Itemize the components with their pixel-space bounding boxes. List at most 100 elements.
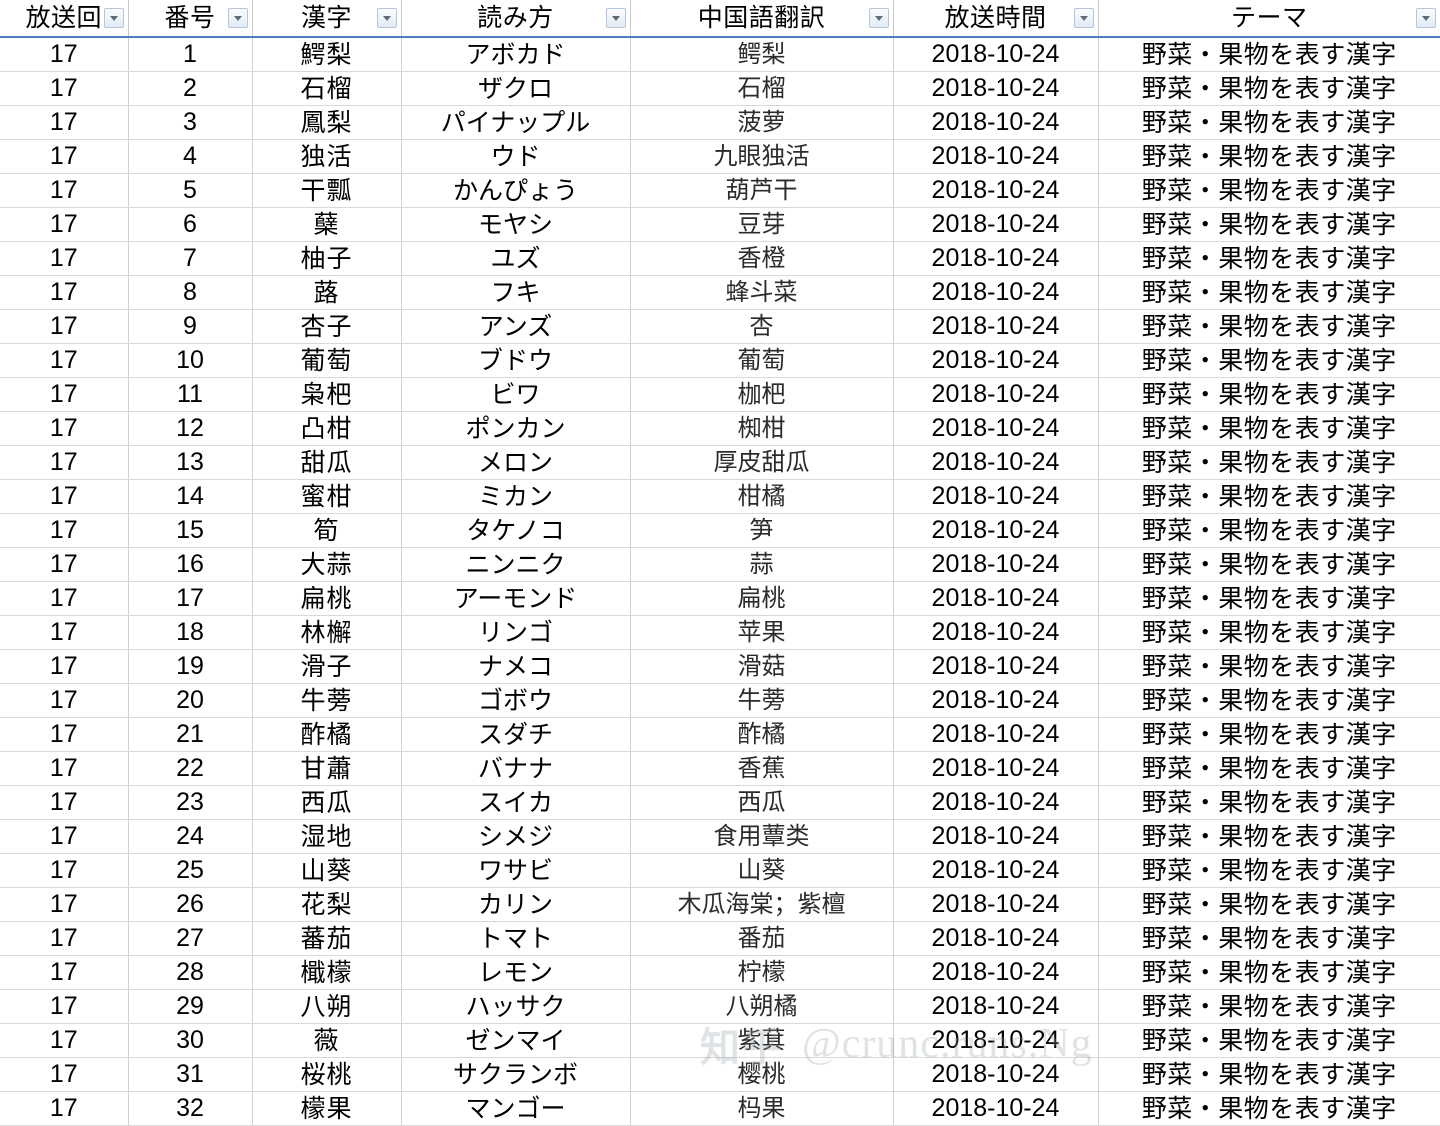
cell-reading[interactable]: シメジ xyxy=(401,819,631,854)
cell-airdate[interactable]: 2018-10-24 xyxy=(893,1023,1099,1058)
cell-reading[interactable]: リンゴ xyxy=(401,615,631,650)
cell-number[interactable]: 11 xyxy=(128,377,253,412)
cell-airdate[interactable]: 2018-10-24 xyxy=(893,581,1099,616)
cell-chinese[interactable]: 杏 xyxy=(630,309,894,344)
cell-kanji[interactable]: 筍 xyxy=(252,513,402,548)
cell-theme[interactable]: 野菜・果物を表す漢字 xyxy=(1098,751,1440,786)
cell-reading[interactable]: トマト xyxy=(401,921,631,956)
table-row[interactable]: 17 23 西瓜 スイカ 西瓜 2018-10-24 野菜・果物を表す漢字 xyxy=(0,785,1440,820)
cell-theme[interactable]: 野菜・果物を表す漢字 xyxy=(1098,989,1440,1024)
cell-broadcast[interactable]: 17 xyxy=(0,1023,129,1058)
cell-broadcast[interactable]: 17 xyxy=(0,717,129,752)
cell-broadcast[interactable]: 17 xyxy=(0,785,129,820)
cell-airdate[interactable]: 2018-10-24 xyxy=(893,445,1099,480)
cell-kanji[interactable]: 檝檬 xyxy=(252,955,402,990)
cell-airdate[interactable]: 2018-10-24 xyxy=(893,785,1099,820)
cell-kanji[interactable]: 柚子 xyxy=(252,241,402,276)
cell-kanji[interactable]: 牛蒡 xyxy=(252,683,402,718)
cell-theme[interactable]: 野菜・果物を表す漢字 xyxy=(1098,411,1440,446)
table-row[interactable]: 17 10 葡萄 ブドウ 葡萄 2018-10-24 野菜・果物を表す漢字 xyxy=(0,343,1440,378)
cell-theme[interactable]: 野菜・果物を表す漢字 xyxy=(1098,785,1440,820)
cell-chinese[interactable]: 酢橘 xyxy=(630,717,894,752)
cell-kanji[interactable]: 杏子 xyxy=(252,309,402,344)
cell-kanji[interactable]: 扁桃 xyxy=(252,581,402,616)
cell-number[interactable]: 19 xyxy=(128,649,253,684)
cell-kanji[interactable]: 葡萄 xyxy=(252,343,402,378)
cell-theme[interactable]: 野菜・果物を表す漢字 xyxy=(1098,921,1440,956)
cell-kanji[interactable]: 甘蕭 xyxy=(252,751,402,786)
cell-chinese[interactable]: 西瓜 xyxy=(630,785,894,820)
table-row[interactable]: 17 27 蕃茄 トマト 番茄 2018-10-24 野菜・果物を表す漢字 xyxy=(0,921,1440,956)
cell-number[interactable]: 18 xyxy=(128,615,253,650)
cell-broadcast[interactable]: 17 xyxy=(0,309,129,344)
cell-broadcast[interactable]: 17 xyxy=(0,37,129,72)
cell-kanji[interactable]: 滑子 xyxy=(252,649,402,684)
cell-reading[interactable]: メロン xyxy=(401,445,631,480)
cell-broadcast[interactable]: 17 xyxy=(0,751,129,786)
cell-theme[interactable]: 野菜・果物を表す漢字 xyxy=(1098,887,1440,922)
cell-broadcast[interactable]: 17 xyxy=(0,445,129,480)
cell-broadcast[interactable]: 17 xyxy=(0,479,129,514)
cell-airdate[interactable]: 2018-10-24 xyxy=(893,751,1099,786)
cell-reading[interactable]: モヤシ xyxy=(401,207,631,242)
cell-number[interactable]: 16 xyxy=(128,547,253,582)
cell-reading[interactable]: サクランボ xyxy=(401,1057,631,1092)
filter-dropdown-broadcast[interactable] xyxy=(103,8,124,28)
cell-airdate[interactable]: 2018-10-24 xyxy=(893,343,1099,378)
cell-reading[interactable]: ウド xyxy=(401,139,631,174)
cell-airdate[interactable]: 2018-10-24 xyxy=(893,955,1099,990)
cell-reading[interactable]: ニンニク xyxy=(401,547,631,582)
cell-reading[interactable]: アンズ xyxy=(401,309,631,344)
cell-theme[interactable]: 野菜・果物を表す漢字 xyxy=(1098,581,1440,616)
cell-chinese[interactable]: 柠檬 xyxy=(630,955,894,990)
cell-kanji[interactable]: 蜜柑 xyxy=(252,479,402,514)
cell-broadcast[interactable]: 17 xyxy=(0,989,129,1024)
cell-kanji[interactable]: 林檞 xyxy=(252,615,402,650)
cell-theme[interactable]: 野菜・果物を表す漢字 xyxy=(1098,717,1440,752)
cell-theme[interactable]: 野菜・果物を表す漢字 xyxy=(1098,955,1440,990)
cell-theme[interactable]: 野菜・果物を表す漢字 xyxy=(1098,479,1440,514)
cell-broadcast[interactable]: 17 xyxy=(0,921,129,956)
filter-dropdown-chinese[interactable] xyxy=(868,8,889,28)
cell-kanji[interactable]: 桜桃 xyxy=(252,1057,402,1092)
cell-broadcast[interactable]: 17 xyxy=(0,411,129,446)
table-row[interactable]: 17 26 花梨 カリン 木瓜海棠；紫檀 2018-10-24 野菜・果物を表す漢字 xyxy=(0,887,1440,922)
cell-reading[interactable]: ザクロ xyxy=(401,71,631,106)
cell-theme[interactable]: 野菜・果物を表す漢字 xyxy=(1098,615,1440,650)
filter-dropdown-reading[interactable] xyxy=(605,8,626,28)
table-row[interactable]: 17 21 酢橘 スダチ 酢橘 2018-10-24 野菜・果物を表す漢字 xyxy=(0,717,1440,752)
cell-theme[interactable]: 野菜・果物を表す漢字 xyxy=(1098,853,1440,888)
cell-chinese[interactable]: 紫萁 xyxy=(630,1023,894,1058)
cell-kanji[interactable]: 八朔 xyxy=(252,989,402,1024)
table-row[interactable]: 17 22 甘蕭 バナナ 香蕉 2018-10-24 野菜・果物を表す漢字 xyxy=(0,751,1440,786)
cell-number[interactable]: 10 xyxy=(128,343,253,378)
cell-number[interactable]: 27 xyxy=(128,921,253,956)
table-row[interactable]: 17 4 独活 ウド 九眼独活 2018-10-24 野菜・果物を表す漢字 xyxy=(0,139,1440,174)
cell-theme[interactable]: 野菜・果物を表す漢字 xyxy=(1098,105,1440,140)
cell-airdate[interactable]: 2018-10-24 xyxy=(893,1057,1099,1092)
cell-theme[interactable]: 野菜・果物を表す漢字 xyxy=(1098,241,1440,276)
table-row[interactable]: 17 29 八朔 ハッサク 八朔橘 2018-10-24 野菜・果物を表す漢字 xyxy=(0,989,1440,1024)
cell-broadcast[interactable]: 17 xyxy=(0,241,129,276)
cell-kanji[interactable]: 蕗 xyxy=(252,275,402,310)
cell-kanji[interactable]: 酢橘 xyxy=(252,717,402,752)
table-row[interactable]: 17 7 柚子 ユズ 香橙 2018-10-24 野菜・果物を表す漢字 xyxy=(0,241,1440,276)
cell-theme[interactable]: 野菜・果物を表す漢字 xyxy=(1098,1023,1440,1058)
cell-reading[interactable]: ゼンマイ xyxy=(401,1023,631,1058)
cell-number[interactable]: 26 xyxy=(128,887,253,922)
cell-number[interactable]: 1 xyxy=(128,37,253,72)
cell-number[interactable]: 6 xyxy=(128,207,253,242)
cell-airdate[interactable]: 2018-10-24 xyxy=(893,717,1099,752)
cell-kanji[interactable]: 凸柑 xyxy=(252,411,402,446)
cell-broadcast[interactable]: 17 xyxy=(0,581,129,616)
cell-number[interactable]: 12 xyxy=(128,411,253,446)
cell-reading[interactable]: スイカ xyxy=(401,785,631,820)
cell-chinese[interactable]: 木瓜海棠；紫檀 xyxy=(630,887,894,922)
table-row[interactable]: 17 12 凸柑 ポンカン 椥柑 2018-10-24 野菜・果物を表す漢字 xyxy=(0,411,1440,446)
cell-airdate[interactable]: 2018-10-24 xyxy=(893,275,1099,310)
cell-broadcast[interactable]: 17 xyxy=(0,1057,129,1092)
cell-broadcast[interactable]: 17 xyxy=(0,207,129,242)
filter-dropdown-number[interactable] xyxy=(227,8,248,28)
cell-reading[interactable]: バナナ xyxy=(401,751,631,786)
cell-airdate[interactable]: 2018-10-24 xyxy=(893,989,1099,1024)
